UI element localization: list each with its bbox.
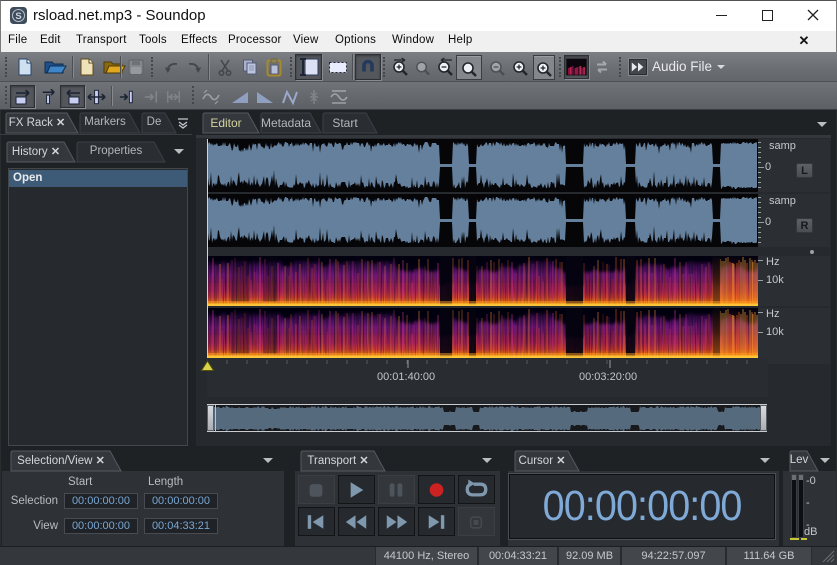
svg-text:S: S [15, 11, 21, 22]
